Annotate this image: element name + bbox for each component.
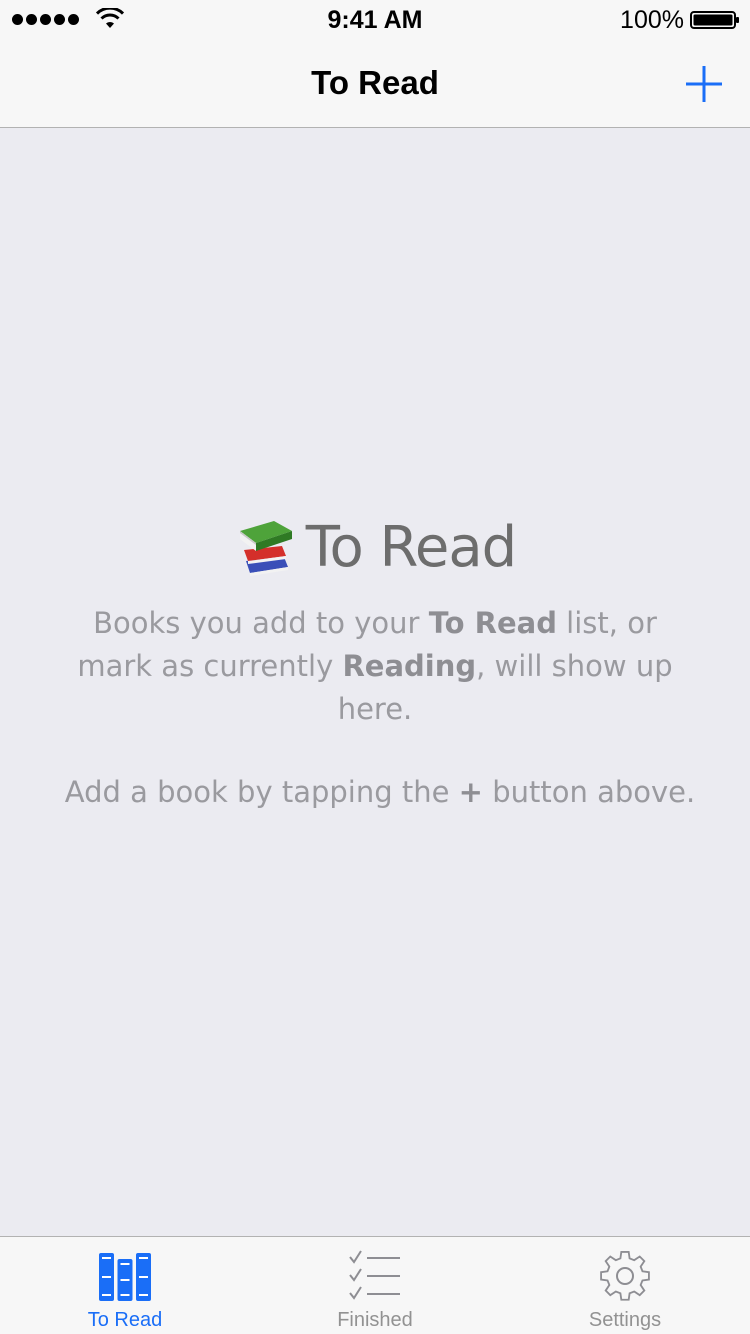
add-book-button[interactable] [680, 60, 728, 108]
bookshelf-icon [99, 1253, 151, 1301]
empty-state-heading: To Read [40, 515, 710, 580]
empty-state: To Read Books you add to your To Read li… [40, 515, 710, 814]
tab-label: Finished [337, 1309, 413, 1331]
empty-state-hint: Add a book by tapping the + button above… [64, 775, 696, 809]
battery-icon [690, 11, 739, 29]
status-bar: 9:41 AM 100% [0, 0, 750, 40]
gear-icon [600, 1250, 650, 1301]
empty-state-title: To Read [305, 515, 517, 580]
empty-state-description: Books you add to your To Read list, or m… [77, 606, 673, 726]
tab-bar: To Read Finished Settings [0, 1236, 750, 1334]
tab-to-read[interactable]: To Read [0, 1237, 250, 1334]
tab-label: To Read [87, 1309, 163, 1331]
navigation-bar: To Read [0, 40, 750, 128]
battery-percentage: 100% [620, 6, 684, 34]
plus-icon [686, 66, 722, 102]
tab-settings[interactable]: Settings [500, 1237, 750, 1334]
checklist-icon [349, 1250, 400, 1300]
books-icon [239, 520, 292, 576]
tab-label: Settings [588, 1309, 662, 1331]
top-bars: 9:41 AM 100% To Read [0, 0, 750, 128]
page-title: To Read [311, 64, 439, 101]
tab-finished[interactable]: Finished [250, 1237, 500, 1334]
